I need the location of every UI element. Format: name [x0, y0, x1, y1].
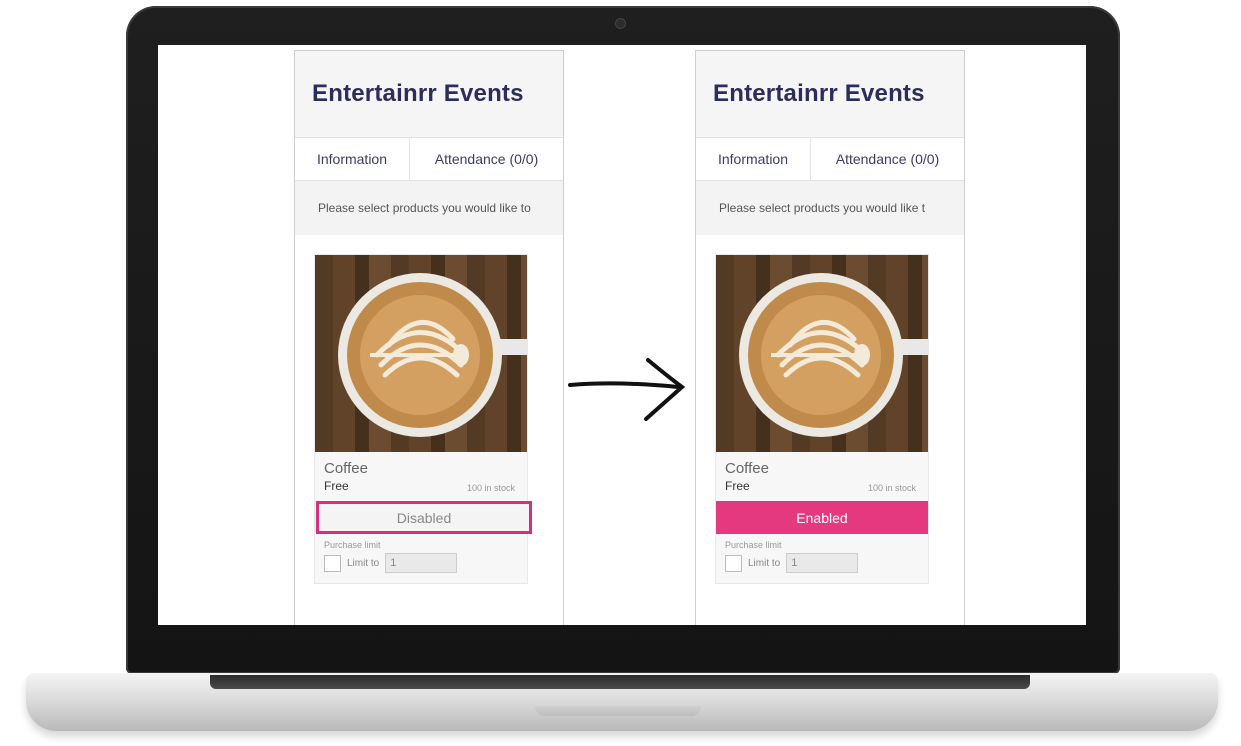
- coffee-image: [716, 255, 928, 452]
- coffee-cup-illustration: [315, 255, 527, 452]
- event-panel-disabled: Entertainrr Events Information Attendanc…: [294, 50, 564, 625]
- limit-row: Limit to: [315, 550, 527, 583]
- product-notice: Please select products you would like t: [696, 181, 964, 235]
- product-name: Coffee: [324, 460, 368, 477]
- product-name: Coffee: [725, 460, 769, 477]
- limit-to-label: Limit to: [748, 557, 781, 569]
- limit-checkbox[interactable]: [725, 554, 742, 572]
- stock-count: 100 in stock: [466, 483, 515, 493]
- tab-attendance[interactable]: Attendance (0/0): [811, 138, 964, 180]
- product-list: Coffee Free 100 in stock Disabled Purcha…: [295, 235, 563, 584]
- purchase-limit-label: Purchase limit: [324, 540, 381, 550]
- product-meta: Free 100 in stock: [315, 477, 527, 493]
- laptop-screen: Entertainrr Events Information Attendanc…: [158, 45, 1086, 625]
- product-card: Coffee Free 100 in stock Enabled Purchas…: [715, 254, 929, 584]
- product-price: Free: [725, 479, 750, 493]
- limit-quantity-input[interactable]: [385, 553, 458, 573]
- limit-row: Limit to: [716, 550, 928, 583]
- tab-bar: Information Attendance (0/0): [295, 138, 563, 181]
- event-panel-enabled: Entertainrr Events Information Attendanc…: [695, 50, 965, 625]
- enabled-toggle-button[interactable]: Enabled: [716, 501, 928, 534]
- limit-to-label: Limit to: [347, 557, 380, 569]
- laptop-hinge: [210, 675, 1030, 689]
- panel-header: Entertainrr Events: [696, 51, 964, 138]
- page-title: Entertainrr Events: [713, 80, 925, 107]
- disabled-toggle-button[interactable]: Disabled: [316, 501, 532, 534]
- tab-bar: Information Attendance (0/0): [696, 138, 964, 181]
- arrow-right-icon: [568, 358, 686, 421]
- camera-icon: [616, 19, 625, 28]
- panel-header: Entertainrr Events: [295, 51, 563, 138]
- product-list: Coffee Free 100 in stock Enabled Purchas…: [696, 235, 964, 584]
- product-meta: Free 100 in stock: [716, 477, 928, 493]
- product-card: Coffee Free 100 in stock Disabled Purcha…: [314, 254, 532, 584]
- tab-information[interactable]: Information: [696, 138, 811, 180]
- laptop-notch: [535, 706, 701, 716]
- purchase-limit-label: Purchase limit: [725, 540, 782, 550]
- coffee-cup-illustration: [716, 255, 928, 452]
- limit-quantity-input[interactable]: [786, 553, 859, 573]
- product-price: Free: [324, 479, 349, 493]
- page-title: Entertainrr Events: [312, 80, 524, 107]
- limit-checkbox[interactable]: [324, 554, 341, 572]
- tab-attendance[interactable]: Attendance (0/0): [410, 138, 563, 180]
- stock-count: 100 in stock: [867, 483, 916, 493]
- coffee-image: [315, 255, 527, 452]
- product-notice: Please select products you would like to: [295, 181, 563, 235]
- tab-information[interactable]: Information: [295, 138, 410, 180]
